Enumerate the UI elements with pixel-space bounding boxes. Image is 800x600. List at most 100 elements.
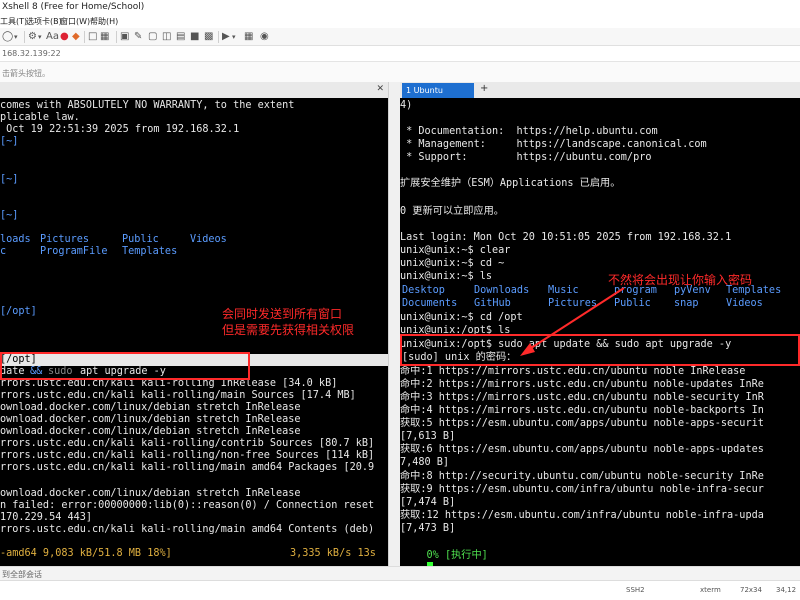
address-value[interactable]: 168.32.139:22 xyxy=(2,49,61,58)
progress-line: 0% [执行中] xyxy=(402,538,488,566)
ls-entry: Pictures xyxy=(40,234,90,245)
apt-line: [7,474 B] xyxy=(400,497,456,508)
apt-line: 命中:3 https://mirrors.ustc.edu.cn/ubuntu … xyxy=(400,392,764,403)
menu-tabs[interactable]: 选项卡(B) xyxy=(26,16,62,27)
ls-entry: c xyxy=(0,246,7,257)
apt-line: rrors.ustc.edu.cn/kali kali-rolling/main… xyxy=(0,462,375,473)
settings-icon[interactable]: ⚙ xyxy=(28,31,37,43)
apt-line: 7,480 B] xyxy=(400,457,450,468)
split-icon[interactable]: ◫ xyxy=(162,31,171,43)
progress-text: 0% [执行中] xyxy=(426,550,488,561)
terminal-prompt: [~] xyxy=(0,210,19,221)
menu-bar: 工具(T) 选项卡(B) 窗口(W) 帮助(H) xyxy=(0,16,800,28)
term-type-label: xterm xyxy=(700,586,721,594)
color-icon[interactable]: ● xyxy=(60,31,69,43)
hint-bar: 击箭头按钮。 xyxy=(0,62,800,82)
ls-entry: Downloads xyxy=(474,285,530,296)
ls-entry: Templates xyxy=(122,246,178,257)
log-icon[interactable]: ■ xyxy=(190,31,199,43)
ls-entry: GitHub xyxy=(474,298,511,309)
add-tab-button[interactable]: + xyxy=(480,83,488,94)
apt-line: 命中:1 https://mirrors.ustc.edu.cn/ubuntu … xyxy=(400,366,746,377)
apt-line: 获取:6 https://esm.ubuntu.com/apps/ubuntu … xyxy=(400,444,764,455)
cascade-icon[interactable]: ▩ xyxy=(204,31,213,43)
terminal-line: Last login: Mon Oct 20 10:51:05 2025 fro… xyxy=(400,232,732,243)
print-icon[interactable]: ▤ xyxy=(176,31,185,43)
ls-entry: Music xyxy=(548,285,579,296)
address-bar[interactable]: 168.32.139:22 xyxy=(0,46,800,62)
ls-entry: ProgramFile xyxy=(40,246,108,257)
terminal-line: 0 更新可以立即应用。 xyxy=(400,206,504,217)
protocol-label: SSH2 xyxy=(626,586,645,594)
download-progress: -amd64 9,083 kB/51.8 MB 18%] xyxy=(0,548,172,559)
apt-line: 获取:12 https://esm.ubuntu.com/infra/ubunt… xyxy=(400,510,764,521)
window-icon[interactable]: ▢ xyxy=(148,31,157,43)
left-tab-bar: ✕ xyxy=(0,82,388,98)
bottom-bar: SSH2 xterm 72x34 34,12 xyxy=(0,580,800,600)
apt-line: 命中:2 https://mirrors.ustc.edu.cn/ubuntu … xyxy=(400,379,764,390)
terminal-line: Oct 19 22:51:39 2025 from 192.168.32.1 xyxy=(0,124,240,135)
right-tab-bar: 1 Ubuntu + xyxy=(400,82,800,98)
font-button[interactable]: Aa xyxy=(46,31,59,43)
fullscreen-icon[interactable]: ▣ xyxy=(120,31,129,43)
terminal-line: unix@unix:~$ clear xyxy=(400,245,511,256)
annotation-text: 不然将会出现让你输入密码 xyxy=(608,273,753,287)
ls-entry: Documents xyxy=(402,298,458,309)
terminal-line: unix@unix:~$ cd ~ xyxy=(400,258,505,269)
compose-icon[interactable]: ✎ xyxy=(134,31,142,43)
menu-help[interactable]: 帮助(H) xyxy=(90,16,118,27)
keyboard-icon[interactable]: ▦ xyxy=(100,31,109,43)
status-hint: 到全部会话 xyxy=(2,570,42,579)
layout-icon[interactable]: ▶ xyxy=(222,31,230,43)
ls-entry: Videos xyxy=(190,234,227,245)
cursor-pos-label: 34,12 xyxy=(776,586,797,594)
tab-ubuntu[interactable]: 1 Ubuntu xyxy=(402,83,474,98)
ls-entry: Desktop xyxy=(402,285,445,296)
help-icon[interactable]: ◉ xyxy=(260,31,269,43)
ls-entry: loads xyxy=(0,234,31,245)
annotation-text: 但是需要先获得相关权限 xyxy=(222,323,355,337)
apt-line: 170.229.54 443] xyxy=(0,512,93,523)
apt-line: ownload.docker.com/linux/debian stretch … xyxy=(0,426,301,437)
chevron-down-icon[interactable]: ▾ xyxy=(232,31,236,43)
terminal-prompt: [~] xyxy=(0,136,19,147)
annotation-box-left xyxy=(0,352,250,380)
apt-line: 命中:8 http://security.ubuntu.com/ubuntu n… xyxy=(400,471,764,482)
apt-line: 命中:4 https://mirrors.ustc.edu.cn/ubuntu … xyxy=(400,405,764,416)
menu-tools[interactable]: 工具(T) xyxy=(0,16,27,27)
close-icon[interactable]: ✕ xyxy=(376,84,384,94)
terminal-line: 扩展安全维护（ESM）Applications 已启用。 xyxy=(400,178,621,189)
transfer-icon[interactable]: ◆ xyxy=(72,31,80,43)
menu-window[interactable]: 窗口(W) xyxy=(60,16,90,27)
terminal-line: * Documentation: https://help.ubuntu.com xyxy=(400,126,658,137)
apt-line: ownload.docker.com/linux/debian stretch … xyxy=(0,402,301,413)
ls-entry: Public xyxy=(614,298,651,309)
title-bar: Xshell 8 (Free for Home/School) xyxy=(0,0,800,16)
chevron-down-icon[interactable]: ▾ xyxy=(38,31,42,43)
apt-line: rrors.ustc.edu.cn/kali kali-rolling/cont… xyxy=(0,438,375,449)
window-title: Xshell 8 (Free for Home/School) xyxy=(2,2,145,12)
apt-line: ownload.docker.com/linux/debian stretch … xyxy=(0,414,301,425)
apt-line: 获取:9 https://esm.ubuntu.com/infra/ubuntu… xyxy=(400,484,764,495)
terminal-line: unix@unix:~$ cd /opt xyxy=(400,312,523,323)
pane-divider[interactable] xyxy=(388,82,400,566)
ls-entry: Pictures xyxy=(548,298,598,309)
globe-icon[interactable]: ◯ xyxy=(2,31,13,43)
tab-label: 1 Ubuntu xyxy=(406,86,443,95)
ls-entry: Public xyxy=(122,234,159,245)
apt-line: [7,613 B] xyxy=(400,431,456,442)
right-terminal[interactable]: 4) * Documentation: https://help.ubuntu.… xyxy=(400,98,800,566)
apt-line: 获取:5 https://esm.ubuntu.com/apps/ubuntu … xyxy=(400,418,764,429)
lock-icon[interactable]: □ xyxy=(88,31,97,43)
terminal-line: unix@unix:~$ ls xyxy=(400,271,493,282)
grid-icon[interactable]: ▦ xyxy=(244,31,253,43)
apt-line: [7,473 B] xyxy=(400,523,456,534)
apt-line: rrors.ustc.edu.cn/kali kali-rolling/main… xyxy=(0,390,356,401)
chevron-down-icon[interactable]: ▾ xyxy=(14,31,18,43)
terminal-line: plicable law. xyxy=(0,112,80,123)
download-speed: 3,335 kB/s 13s xyxy=(290,548,376,559)
apt-line: ownload.docker.com/linux/debian stretch … xyxy=(0,488,301,499)
terminal-line: 4) xyxy=(400,100,413,111)
terminal-line: * Management: https://landscape.canonica… xyxy=(400,139,707,150)
apt-line: rrors.ustc.edu.cn/kali kali-rolling/non-… xyxy=(0,450,375,461)
